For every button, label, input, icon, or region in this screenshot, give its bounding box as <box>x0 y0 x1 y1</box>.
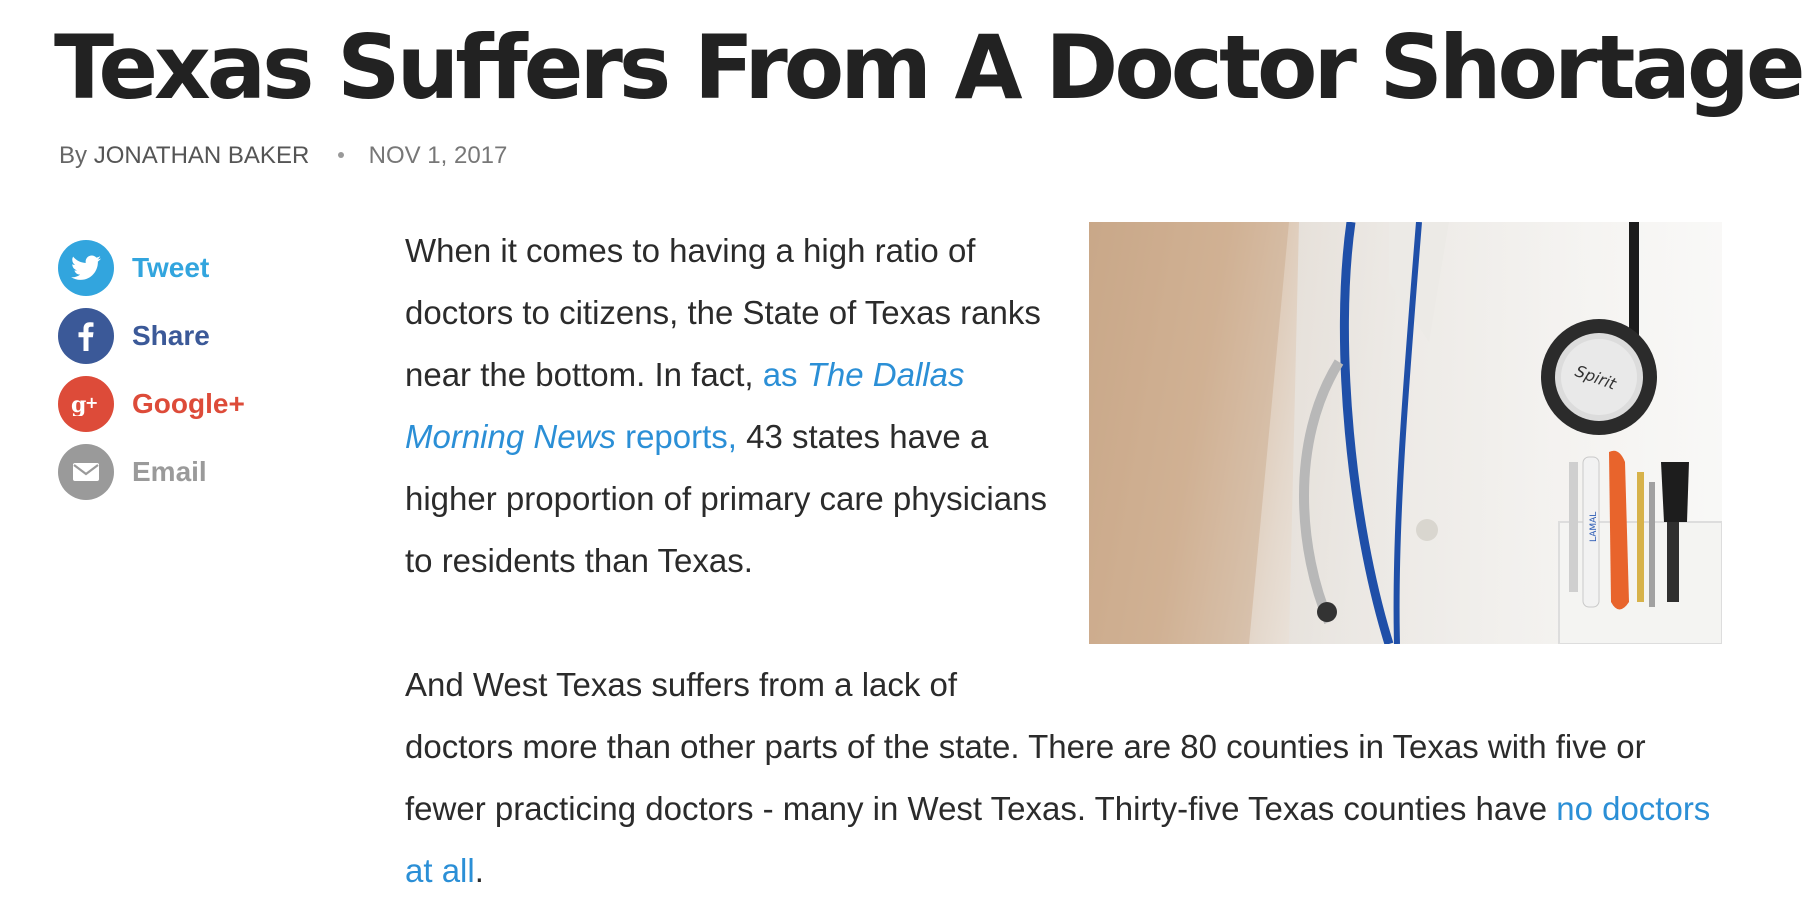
paragraph-2-text-b: . <box>474 852 484 889</box>
email-button[interactable]: Email <box>58 444 245 500</box>
byline: By JONATHAN BAKER NOV 1, 2017 <box>59 142 507 170</box>
google-plus-label: Google+ <box>132 388 245 419</box>
google-plus-button[interactable]: g + Google+ <box>58 376 245 432</box>
link-suffix: reports, <box>615 418 737 455</box>
email-icon <box>58 444 114 500</box>
paragraph-2-text-a: And West Texas suffers from a lack of do… <box>405 666 1646 827</box>
facebook-icon <box>58 308 114 364</box>
share-bar: Tweet Share g + Google+ Email <box>58 240 245 512</box>
byline-by: By <box>59 142 88 169</box>
doctor-photo-illustration: Spirit LAMAL <box>1089 222 1722 644</box>
author-link[interactable]: JONATHAN BAKER <box>94 142 310 169</box>
publish-date: NOV 1, 2017 <box>368 142 508 169</box>
facebook-share-button[interactable]: Share <box>58 308 245 364</box>
article-body: Spirit LAMAL When it comes to having a h… <box>405 220 1735 902</box>
doctor-photo: Spirit LAMAL <box>1089 222 1722 644</box>
byline-separator <box>337 151 344 158</box>
google-plus-icon: g + <box>58 376 114 432</box>
pen-brand-text: LAMAL <box>1589 512 1599 542</box>
share-label: Share <box>132 320 210 351</box>
tweet-label: Tweet <box>132 252 210 283</box>
email-label: Email <box>132 456 207 487</box>
tweet-button[interactable]: Tweet <box>58 240 245 296</box>
link-prefix: as <box>762 356 807 393</box>
svg-text:+: + <box>85 393 98 412</box>
paragraph-2: And West Texas suffers from a lack of do… <box>405 654 1735 902</box>
twitter-icon <box>58 240 114 296</box>
article-headline: Texas Suffers From A Doctor Shortage <box>54 16 1806 119</box>
